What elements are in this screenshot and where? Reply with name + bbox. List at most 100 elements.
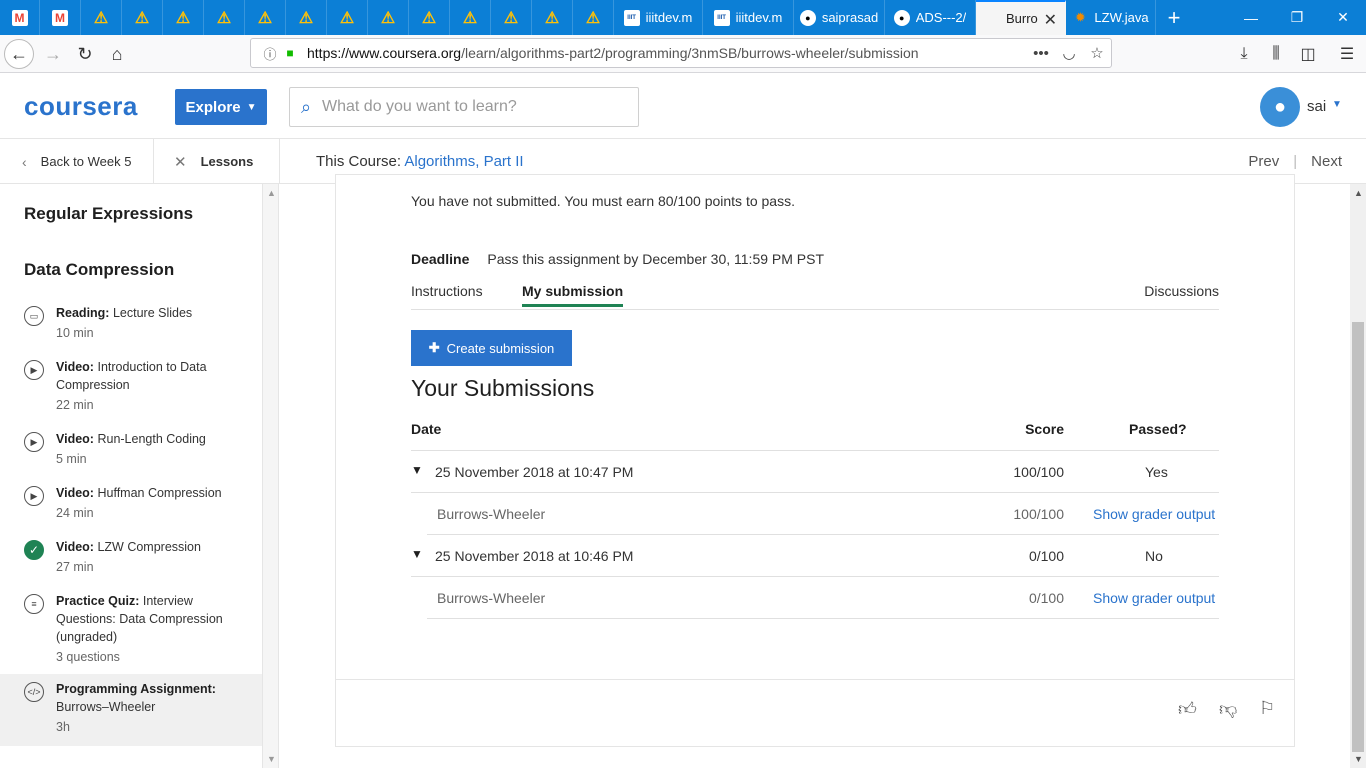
sidebar-section-data-compression[interactable]: Data Compression <box>24 260 174 280</box>
explore-button[interactable]: Explore ▼ <box>175 89 267 125</box>
search-box[interactable]: ⌕ <box>289 87 639 127</box>
page-actions-icon[interactable]: ••• <box>1027 45 1055 62</box>
github-icon: ● <box>893 9 910 26</box>
prev-link[interactable]: Prev <box>1248 153 1279 170</box>
submission-score: 100/100 <box>1013 464 1064 480</box>
sidebar-item-video-intro[interactable]: ▶ Video: Introduction to Data Compressio… <box>0 358 262 422</box>
page-scrollbar[interactable]: ▲ ▼ <box>1350 184 1366 768</box>
thumbs-down-icon[interactable]: 👎︎ <box>1219 698 1237 720</box>
chevron-down-icon[interactable]: ▼ <box>411 463 423 477</box>
tab-warning-3[interactable]: ⚠ <box>163 0 204 35</box>
tab-warning-1[interactable]: ⚠ <box>81 0 122 35</box>
tab-gmail-1[interactable]: M <box>0 0 40 35</box>
scrollbar-thumb[interactable] <box>1352 322 1364 752</box>
warning-icon: ⚠ <box>462 9 478 27</box>
tab-close-icon[interactable]: ✕ <box>1044 10 1057 30</box>
back-label: Back to Week 5 <box>40 154 132 169</box>
pocket-icon[interactable]: ◡ <box>1055 44 1083 62</box>
sidebar-toggle-icon[interactable]: ◫ <box>1293 39 1323 69</box>
address-bar[interactable]: ⓘ ■ https://www.coursera.org/learn/algor… <box>250 38 1112 68</box>
tab-gmail-2[interactable]: M <box>40 0 81 35</box>
tab-warning-8[interactable]: ⚠ <box>368 0 409 35</box>
bookmark-star-icon[interactable]: ☆ <box>1083 44 1111 62</box>
search-icon: ⌕ <box>300 96 312 117</box>
tab-warning-10[interactable]: ⚠ <box>450 0 491 35</box>
back-arrow-icon[interactable]: ← <box>4 39 34 69</box>
sidebar-section-regex[interactable]: Regular Expressions <box>24 204 193 224</box>
tab-warning-2[interactable]: ⚠ <box>122 0 163 35</box>
sidebar-item-programming-assignment[interactable]: </> Programming Assignment: Burrows–Whee… <box>0 674 262 746</box>
table-row[interactable]: ▼ 25 November 2018 at 10:47 PM 100/100 Y… <box>411 451 1219 493</box>
tab-warning-5[interactable]: ⚠ <box>245 0 286 35</box>
tab-active-coursera[interactable]: Burro ✕ <box>976 0 1066 35</box>
show-grader-output-link[interactable]: Show grader output <box>1093 590 1215 606</box>
new-tab-button[interactable]: + <box>1160 0 1188 35</box>
create-submission-button[interactable]: ✚ Create submission <box>411 330 572 366</box>
tab-warning-11[interactable]: ⚠ <box>491 0 532 35</box>
scroll-down-icon[interactable]: ▼ <box>267 754 276 764</box>
sidebar-item-video-huffman[interactable]: ▶ Video: Huffman Compression 24 min <box>0 484 262 530</box>
download-icon[interactable]: ⤓ <box>1229 39 1259 69</box>
sidebar-item-video-rle[interactable]: ▶ Video: Run-Length Coding 5 min <box>0 430 262 476</box>
flag-icon[interactable]: ⚐ <box>1259 698 1275 719</box>
assignment-card: You have not submitted. You must earn 80… <box>335 174 1295 747</box>
menu-icon[interactable]: ☰ <box>1332 39 1362 69</box>
user-name[interactable]: sai <box>1307 98 1326 115</box>
this-course-prefix: This Course: <box>316 153 405 170</box>
next-link[interactable]: Next <box>1311 153 1342 170</box>
caret-down-icon[interactable]: ▼ <box>1332 99 1342 110</box>
home-icon[interactable]: ⌂ <box>102 39 132 69</box>
show-grader-output-link[interactable]: Show grader output <box>1093 506 1215 522</box>
chevron-down-icon[interactable]: ▼ <box>411 547 423 561</box>
course-link[interactable]: Algorithms, Part II <box>404 153 523 170</box>
search-input[interactable] <box>322 98 622 116</box>
thumbs-up-icon[interactable]: 👍︎ <box>1178 698 1197 720</box>
avatar[interactable]: ● <box>1260 87 1300 127</box>
warning-icon: ⚠ <box>216 9 232 27</box>
tab-warning-4[interactable]: ⚠ <box>204 0 245 35</box>
library-icon[interactable]: ⫼ <box>1261 39 1291 69</box>
col-score: Score <box>1025 421 1064 437</box>
scroll-up-icon[interactable]: ▲ <box>1354 188 1363 198</box>
sidebar-scrollbar[interactable]: ▲ ▼ <box>262 184 279 768</box>
tab-discussions[interactable]: Discussions <box>1144 283 1219 299</box>
reload-icon[interactable]: ↻ <box>70 39 100 69</box>
table-row[interactable]: ▼ 25 November 2018 at 10:46 PM 0/100 No <box>411 535 1219 577</box>
tab-github-1[interactable]: ● saiprasad <box>794 0 885 35</box>
tab-warning-12[interactable]: ⚠ <box>532 0 573 35</box>
tab-warning-6[interactable]: ⚠ <box>286 0 327 35</box>
lessons-toggle[interactable]: ✕ Lessons <box>154 139 280 184</box>
scroll-up-icon[interactable]: ▲ <box>267 188 276 198</box>
deadline: Deadline Pass this assignment by December… <box>411 251 824 267</box>
tab-github-2[interactable]: ● ADS---2/ <box>885 0 976 35</box>
main-content: You have not submitted. You must earn 80… <box>280 174 1350 768</box>
tab-warning-7[interactable]: ⚠ <box>327 0 368 35</box>
forward-arrow-icon[interactable]: → <box>38 39 68 69</box>
sidebar-item-label: Video: Huffman Compression 24 min <box>56 486 222 520</box>
browser-tab-strip: M M ⚠ ⚠ ⚠ ⚠ ⚠ ⚠ ⚠ ⚠ ⚠ ⚠ ⚠ ⚠ ⚠ IIIT iiitde… <box>0 0 1366 35</box>
tab-my-submission[interactable]: My submission <box>522 283 624 307</box>
info-icon[interactable]: ⓘ <box>259 44 281 63</box>
tab-lzw-java[interactable]: ✹ LZW.java <box>1066 0 1156 35</box>
tab-warning-9[interactable]: ⚠ <box>409 0 450 35</box>
back-to-week-link[interactable]: ‹ Back to Week 5 <box>0 139 154 184</box>
minimize-button[interactable]: — <box>1228 0 1274 35</box>
scroll-down-icon[interactable]: ▼ <box>1354 754 1363 764</box>
tab-iiitdev-1[interactable]: IIIT iiitdev.m <box>614 0 703 35</box>
this-course: This Course: Algorithms, Part II <box>316 153 524 170</box>
tab-instructions[interactable]: Instructions <box>411 283 483 299</box>
sidebar-item-reading[interactable]: ▭ Reading: Lecture Slides 10 min <box>0 304 262 350</box>
tab-warning-13[interactable]: ⚠ <box>573 0 614 35</box>
maximize-button[interactable]: ❐ <box>1274 0 1320 35</box>
plus-icon: ✚ <box>428 340 440 355</box>
url-text[interactable]: https://www.coursera.org/learn/algorithm… <box>307 45 1027 61</box>
table-subrow: Burrows-Wheeler 0/100 Show grader output <box>427 577 1219 619</box>
submission-notice: You have not submitted. You must earn 80… <box>411 193 795 209</box>
sidebar-item-quiz[interactable]: ≡ Practice Quiz: Interview Questions: Da… <box>0 592 262 674</box>
url-host: https://www.coursera.org <box>307 45 462 61</box>
coursera-logo[interactable]: coursera <box>24 91 138 122</box>
sidebar-item-video-lzw[interactable]: ✓ Video: LZW Compression 27 min <box>0 538 262 584</box>
tab-iiitdev-2[interactable]: IIIT iiitdev.m <box>703 0 794 35</box>
warning-icon: ⚠ <box>339 9 355 27</box>
close-window-button[interactable]: ✕ <box>1320 0 1366 35</box>
